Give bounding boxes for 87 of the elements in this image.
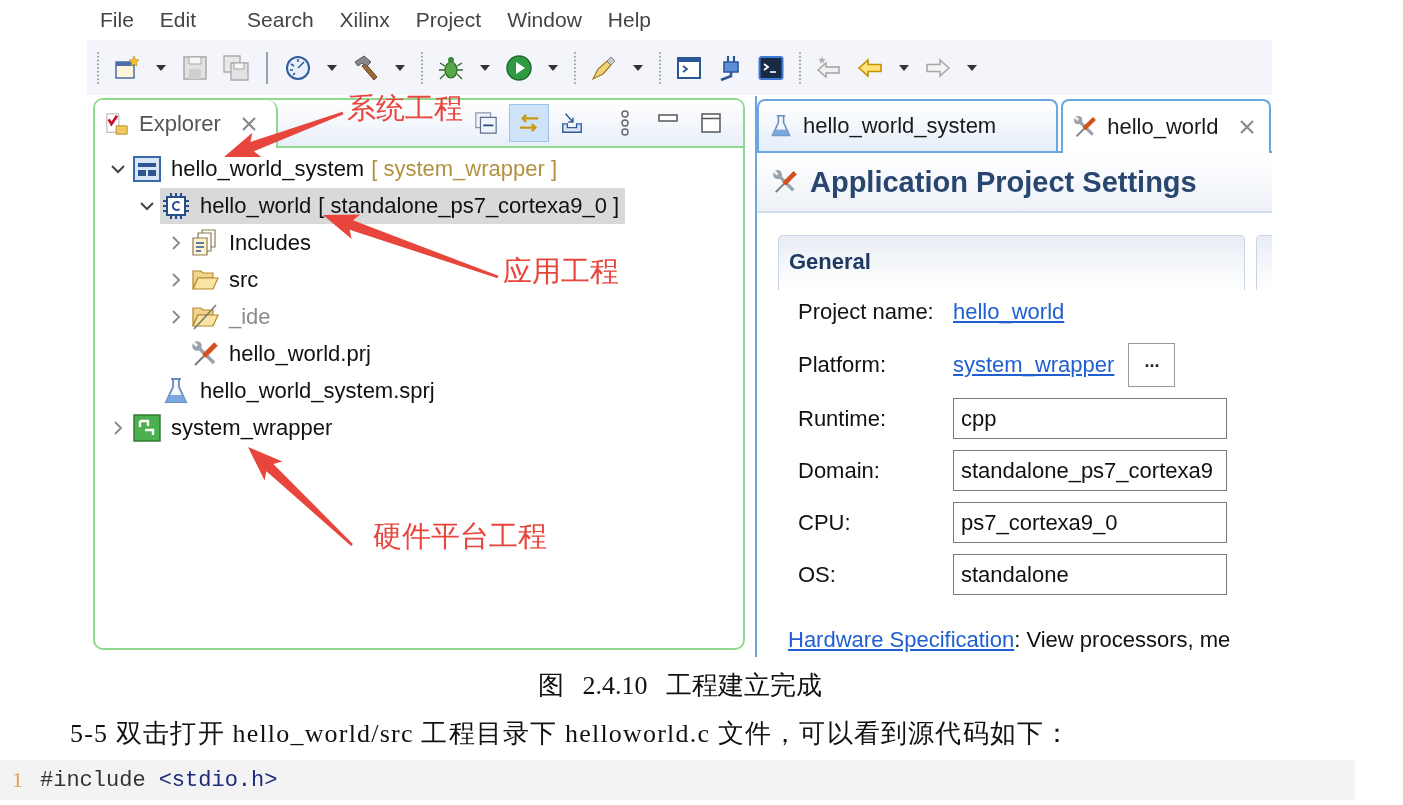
chevron-right-icon[interactable] [111, 420, 125, 435]
annotation-label: 系统工程 [347, 94, 463, 123]
new-window-icon[interactable] [114, 54, 140, 81]
annotation-label: 应用工程 [503, 257, 619, 286]
line-number: 1 [11, 767, 24, 793]
play-icon[interactable] [506, 54, 532, 81]
tools-icon [772, 169, 798, 195]
minimize-icon[interactable] [658, 114, 678, 122]
tools-icon [191, 339, 219, 368]
platform-icon [133, 413, 161, 442]
explorer-icon [105, 112, 129, 136]
menu-item[interactable]: Xilinx [339, 8, 390, 32]
system-project-icon [133, 154, 161, 183]
hardware-spec-text: Hardware Specification: View processors, me [788, 627, 1232, 653]
chevron-right-icon[interactable] [169, 309, 183, 324]
grip-icon [96, 50, 100, 85]
chevron-right-icon[interactable] [169, 272, 183, 287]
text-field[interactable]: cpp [953, 398, 1227, 439]
field-label: Platform: [798, 352, 888, 378]
field-label: Project name: [798, 299, 935, 325]
caret-icon[interactable] [967, 64, 977, 71]
console-icon[interactable] [676, 54, 702, 81]
crossed-folder-icon [191, 302, 219, 331]
text-field[interactable]: standalone_ps7_cortexa9 [953, 450, 1227, 491]
menu-item[interactable]: Edit [159, 8, 197, 32]
flask-icon [769, 114, 793, 138]
editor-tab[interactable]: hello_world_system [757, 99, 1059, 151]
menu-item[interactable]: Search [247, 8, 314, 32]
explorer-tab[interactable]: Explorer [95, 100, 278, 148]
tree-item[interactable]: Includes [189, 224, 317, 261]
tree-item[interactable]: hello_world_system [ system_wrapper ] [131, 150, 564, 187]
text-field[interactable]: standalone [953, 554, 1227, 595]
value-link[interactable]: system_wrapper [953, 352, 1115, 378]
caret-icon[interactable] [395, 64, 405, 71]
field-label: Runtime: [798, 405, 888, 432]
caret-icon[interactable] [156, 64, 166, 71]
value-link[interactable]: hello_world [953, 299, 1065, 325]
grip-icon [798, 50, 802, 85]
paragraph: 5-5 双击打开 hello_world/src 工程目录下 helloworld.c 文件，可以看到源代码如下： [70, 719, 1073, 749]
annotation-label: 硬件平台工程 [373, 522, 547, 551]
star-arrow-icon[interactable] [816, 54, 842, 81]
hardware-spec-link[interactable]: Hardware Specification [788, 627, 1015, 652]
swap-arrows-icon [517, 111, 541, 135]
caret-icon[interactable] [899, 64, 909, 71]
grip-icon [658, 50, 662, 85]
view-menu-icon[interactable] [620, 110, 630, 136]
field-label: CPU: [798, 509, 852, 536]
caret-icon[interactable] [480, 64, 490, 71]
collapse-icon [474, 111, 498, 135]
menu-item[interactable]: File [100, 8, 134, 32]
flask-icon [162, 376, 190, 405]
grip-icon [573, 50, 577, 85]
tree-item[interactable]: hello_world_system.sprj [160, 372, 441, 409]
tree-item[interactable]: hello_world [ standalone_ps7_cortexa9_0 ] [160, 187, 626, 224]
caret-icon[interactable] [327, 64, 337, 71]
tree-item[interactable]: src [189, 261, 265, 298]
section-header: General [778, 235, 1245, 290]
link-toggle-button[interactable] [509, 104, 549, 142]
tree-item[interactable]: hello_world.prj [189, 335, 377, 372]
menu-item[interactable]: Project [415, 8, 482, 32]
field-label: Domain: [798, 457, 881, 484]
caret-icon[interactable] [548, 64, 558, 71]
hammer-icon[interactable] [353, 54, 379, 81]
figure-caption: 图 2.4.10 工程建立完成 [538, 671, 822, 700]
menu-item[interactable]: Window [507, 8, 582, 32]
maximize-icon[interactable] [701, 113, 721, 133]
menu-item[interactable]: Help [607, 8, 652, 32]
tools-icon [1073, 115, 1098, 139]
close-icon[interactable] [240, 116, 257, 132]
tray-arrow-icon [560, 111, 584, 135]
gauge-icon[interactable] [285, 54, 311, 81]
browse-button[interactable]: ... [1128, 343, 1176, 387]
text-field[interactable]: ps7_cortexa9_0 [953, 502, 1227, 543]
chip-icon [162, 191, 190, 220]
editor-tab[interactable]: hello_world [1061, 99, 1271, 153]
caret-icon[interactable] [633, 64, 643, 71]
pen-icon[interactable] [591, 54, 617, 81]
chevron-right-icon[interactable] [169, 235, 183, 250]
stacked-files-icon [191, 228, 219, 257]
tree-item[interactable]: system_wrapper [131, 409, 339, 446]
close-icon[interactable] [1238, 119, 1255, 135]
terminal-icon[interactable] [758, 54, 784, 81]
page-title: Application Project Settings [810, 165, 1197, 199]
field-label: OS: [798, 561, 837, 588]
grip-icon [420, 50, 424, 85]
bug-icon[interactable] [438, 54, 464, 81]
code-line: #include <stdio.h> [40, 767, 278, 793]
